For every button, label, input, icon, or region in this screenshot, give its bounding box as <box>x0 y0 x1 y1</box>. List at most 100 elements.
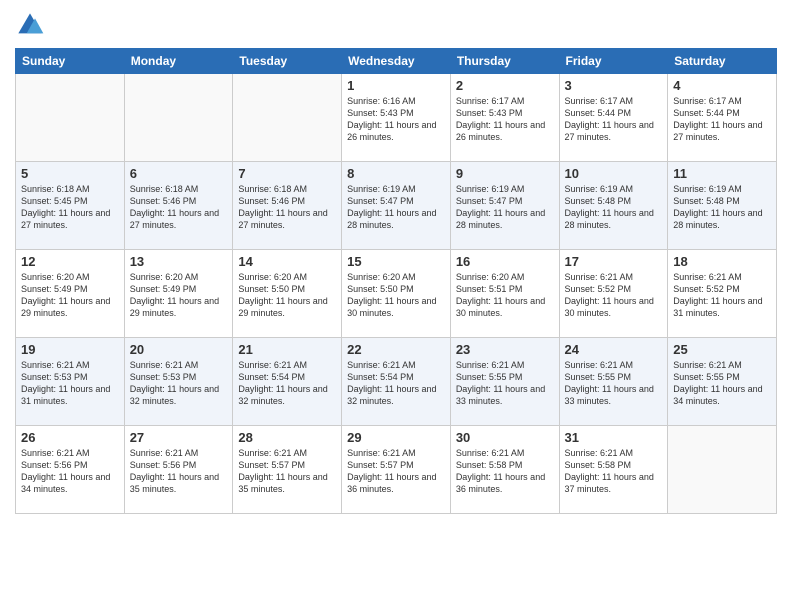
calendar-cell: 6 Sunrise: 6:18 AM Sunset: 5:46 PM Daylig… <box>124 162 233 250</box>
calendar-week-row: 5Sunrise: 6:18 AM Sunset: 5:45 PM Daylig… <box>16 162 777 250</box>
calendar-cell: 4Sunrise: 6:17 AM Sunset: 5:44 PM Daylig… <box>668 74 777 162</box>
day-number: 1 <box>347 78 445 93</box>
day-info: Sunrise: 6:16 AM Sunset: 5:43 PM Dayligh… <box>347 95 445 144</box>
day-info: Sunrise: 6:21 AM Sunset: 5:53 PM Dayligh… <box>21 359 119 408</box>
day-number: 15 <box>347 254 445 269</box>
weekday-header-saturday: Saturday <box>668 49 777 74</box>
day-number: 6 <box>130 166 228 181</box>
day-info: Sunrise: 6:19 AM Sunset: 5:48 PM Dayligh… <box>565 183 663 232</box>
day-number: 30 <box>456 430 554 445</box>
calendar-cell: 30 Sunrise: 6:21 AM Sunset: 5:58 PM Dayli… <box>450 426 559 514</box>
day-info: Sunrise: 6:18 AM Sunset: 5:46 PM Dayligh… <box>238 183 336 232</box>
calendar-cell: 14Sunrise: 6:20 AM Sunset: 5:50 PM Dayli… <box>233 250 342 338</box>
day-number: 4 <box>673 78 771 93</box>
day-number: 5 <box>21 166 119 181</box>
calendar-cell: 20 Sunrise: 6:21 AM Sunset: 5:53 PM Dayli… <box>124 338 233 426</box>
calendar-cell: 21 Sunrise: 6:21 AM Sunset: 5:54 PM Dayli… <box>233 338 342 426</box>
day-number: 16 <box>456 254 554 269</box>
calendar-cell: 24Sunrise: 6:21 AM Sunset: 5:55 PM Dayli… <box>559 338 668 426</box>
day-number: 20 <box>130 342 228 357</box>
calendar-cell: 18 Sunrise: 6:21 AM Sunset: 5:52 PM Dayli… <box>668 250 777 338</box>
day-info: Sunrise: 6:21 AM Sunset: 5:55 PM Dayligh… <box>565 359 663 408</box>
calendar-week-row: 26 Sunrise: 6:21 AM Sunset: 5:56 PM Dayli… <box>16 426 777 514</box>
calendar-cell: 9Sunrise: 6:19 AM Sunset: 5:47 PM Daylig… <box>450 162 559 250</box>
calendar-cell: 8Sunrise: 6:19 AM Sunset: 5:47 PM Daylig… <box>342 162 451 250</box>
day-info: Sunrise: 6:20 AM Sunset: 5:49 PM Dayligh… <box>21 271 119 320</box>
weekday-header-sunday: Sunday <box>16 49 125 74</box>
weekday-header-monday: Monday <box>124 49 233 74</box>
day-info: Sunrise: 6:20 AM Sunset: 5:50 PM Dayligh… <box>238 271 336 320</box>
day-info: Sunrise: 6:21 AM Sunset: 5:52 PM Dayligh… <box>673 271 771 320</box>
calendar-cell: 16 Sunrise: 6:20 AM Sunset: 5:51 PM Dayli… <box>450 250 559 338</box>
calendar-cell: 19 Sunrise: 6:21 AM Sunset: 5:53 PM Dayli… <box>16 338 125 426</box>
weekday-header-wednesday: Wednesday <box>342 49 451 74</box>
calendar-cell: 1 Sunrise: 6:16 AM Sunset: 5:43 PM Daylig… <box>342 74 451 162</box>
day-number: 19 <box>21 342 119 357</box>
day-number: 27 <box>130 430 228 445</box>
day-info: Sunrise: 6:21 AM Sunset: 5:53 PM Dayligh… <box>130 359 228 408</box>
day-number: 3 <box>565 78 663 93</box>
day-info: Sunrise: 6:21 AM Sunset: 5:57 PM Dayligh… <box>238 447 336 496</box>
weekday-header-row: SundayMondayTuesdayWednesdayThursdayFrid… <box>16 49 777 74</box>
day-number: 7 <box>238 166 336 181</box>
day-info: Sunrise: 6:18 AM Sunset: 5:46 PM Dayligh… <box>130 183 228 232</box>
day-info: Sunrise: 6:21 AM Sunset: 5:55 PM Dayligh… <box>673 359 771 408</box>
calendar-cell: 11 Sunrise: 6:19 AM Sunset: 5:48 PM Dayli… <box>668 162 777 250</box>
day-number: 12 <box>21 254 119 269</box>
day-number: 25 <box>673 342 771 357</box>
calendar-cell: 26 Sunrise: 6:21 AM Sunset: 5:56 PM Dayli… <box>16 426 125 514</box>
calendar-cell <box>124 74 233 162</box>
day-info: Sunrise: 6:17 AM Sunset: 5:44 PM Dayligh… <box>565 95 663 144</box>
day-number: 11 <box>673 166 771 181</box>
calendar-week-row: 12 Sunrise: 6:20 AM Sunset: 5:49 PM Dayli… <box>16 250 777 338</box>
calendar-week-row: 1 Sunrise: 6:16 AM Sunset: 5:43 PM Daylig… <box>16 74 777 162</box>
calendar-week-row: 19 Sunrise: 6:21 AM Sunset: 5:53 PM Dayli… <box>16 338 777 426</box>
day-number: 18 <box>673 254 771 269</box>
day-info: Sunrise: 6:19 AM Sunset: 5:47 PM Dayligh… <box>456 183 554 232</box>
calendar-cell: 7 Sunrise: 6:18 AM Sunset: 5:46 PM Daylig… <box>233 162 342 250</box>
calendar-cell <box>233 74 342 162</box>
day-number: 10 <box>565 166 663 181</box>
calendar-cell: 27 Sunrise: 6:21 AM Sunset: 5:56 PM Dayli… <box>124 426 233 514</box>
page: SundayMondayTuesdayWednesdayThursdayFrid… <box>0 0 792 612</box>
day-info: Sunrise: 6:21 AM Sunset: 5:57 PM Dayligh… <box>347 447 445 496</box>
day-info: Sunrise: 6:21 AM Sunset: 5:58 PM Dayligh… <box>565 447 663 496</box>
day-number: 2 <box>456 78 554 93</box>
calendar-cell: 10 Sunrise: 6:19 AM Sunset: 5:48 PM Dayli… <box>559 162 668 250</box>
day-info: Sunrise: 6:21 AM Sunset: 5:54 PM Dayligh… <box>238 359 336 408</box>
day-number: 26 <box>21 430 119 445</box>
day-info: Sunrise: 6:20 AM Sunset: 5:49 PM Dayligh… <box>130 271 228 320</box>
calendar-table: SundayMondayTuesdayWednesdayThursdayFrid… <box>15 48 777 514</box>
day-number: 8 <box>347 166 445 181</box>
logo-icon <box>15 10 45 40</box>
calendar-cell: 29 Sunrise: 6:21 AM Sunset: 5:57 PM Dayli… <box>342 426 451 514</box>
calendar-cell: 5Sunrise: 6:18 AM Sunset: 5:45 PM Daylig… <box>16 162 125 250</box>
header <box>15 10 777 40</box>
day-info: Sunrise: 6:17 AM Sunset: 5:43 PM Dayligh… <box>456 95 554 144</box>
calendar-cell <box>668 426 777 514</box>
logo <box>15 10 49 40</box>
day-number: 31 <box>565 430 663 445</box>
weekday-header-friday: Friday <box>559 49 668 74</box>
calendar-cell: 25 Sunrise: 6:21 AM Sunset: 5:55 PM Dayli… <box>668 338 777 426</box>
day-info: Sunrise: 6:21 AM Sunset: 5:56 PM Dayligh… <box>130 447 228 496</box>
day-info: Sunrise: 6:21 AM Sunset: 5:56 PM Dayligh… <box>21 447 119 496</box>
calendar-cell: 13 Sunrise: 6:20 AM Sunset: 5:49 PM Dayli… <box>124 250 233 338</box>
day-number: 21 <box>238 342 336 357</box>
calendar-cell: 15Sunrise: 6:20 AM Sunset: 5:50 PM Dayli… <box>342 250 451 338</box>
day-info: Sunrise: 6:20 AM Sunset: 5:51 PM Dayligh… <box>456 271 554 320</box>
day-number: 23 <box>456 342 554 357</box>
day-info: Sunrise: 6:21 AM Sunset: 5:58 PM Dayligh… <box>456 447 554 496</box>
calendar-cell <box>16 74 125 162</box>
weekday-header-tuesday: Tuesday <box>233 49 342 74</box>
day-number: 29 <box>347 430 445 445</box>
day-number: 13 <box>130 254 228 269</box>
calendar-cell: 23Sunrise: 6:21 AM Sunset: 5:55 PM Dayli… <box>450 338 559 426</box>
calendar-cell: 3 Sunrise: 6:17 AM Sunset: 5:44 PM Daylig… <box>559 74 668 162</box>
weekday-header-thursday: Thursday <box>450 49 559 74</box>
calendar-cell: 12 Sunrise: 6:20 AM Sunset: 5:49 PM Dayli… <box>16 250 125 338</box>
day-info: Sunrise: 6:19 AM Sunset: 5:48 PM Dayligh… <box>673 183 771 232</box>
day-number: 28 <box>238 430 336 445</box>
calendar-cell: 17Sunrise: 6:21 AM Sunset: 5:52 PM Dayli… <box>559 250 668 338</box>
calendar-cell: 2 Sunrise: 6:17 AM Sunset: 5:43 PM Daylig… <box>450 74 559 162</box>
